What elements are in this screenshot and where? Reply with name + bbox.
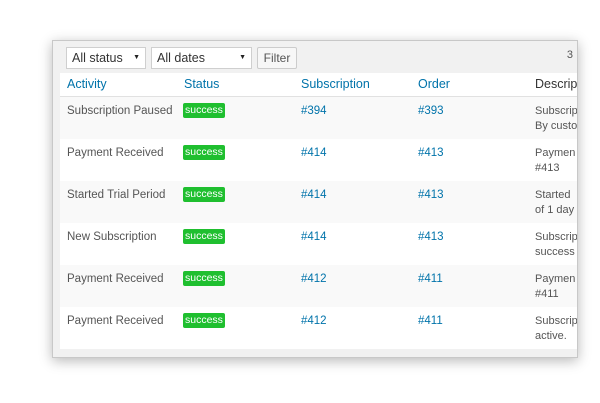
filter-toolbar: All status ▼ All dates ▼ Filter 3 (53, 41, 577, 73)
activity-cell: Subscription Paused (67, 105, 173, 117)
status-badge: success (183, 145, 225, 160)
subscription-link[interactable]: #414 (301, 147, 327, 159)
description-line: active. (535, 330, 567, 342)
description-line: Started (535, 189, 571, 201)
status-badge: success (183, 229, 225, 244)
status-badge: success (183, 271, 225, 286)
status-filter-value: All status (72, 51, 123, 65)
table-row: Payment Received success #412 #411 Subscrip a… (60, 307, 578, 349)
status-badge: success (183, 187, 225, 202)
status-badge: success (183, 313, 225, 328)
order-link[interactable]: #413 (418, 189, 444, 201)
subscription-link[interactable]: #412 (301, 315, 327, 327)
column-header-subscription[interactable]: Subscription (301, 77, 370, 91)
description-line: success (535, 246, 575, 258)
subscription-link[interactable]: #412 (301, 273, 327, 285)
subscription-link[interactable]: #414 (301, 231, 327, 243)
description-cell: Subscrip active. (535, 314, 578, 344)
subscription-log-panel: All status ▼ All dates ▼ Filter 3 Activi… (52, 40, 578, 358)
column-header-description: Descrip (535, 77, 578, 91)
description-line: #411 (535, 288, 559, 300)
description-cell: Paymen #411 (535, 272, 577, 302)
column-header-order[interactable]: Order (418, 77, 450, 91)
table-header: Activity Status Subscription Order Descr… (60, 73, 578, 97)
description-line: Paymen (535, 273, 576, 285)
status-filter-select[interactable]: All status ▼ (66, 47, 146, 69)
column-header-activity[interactable]: Activity (67, 77, 107, 91)
description-line: Subscrip (535, 315, 578, 327)
activity-cell: New Subscription (67, 231, 157, 243)
table-body: Subscription Paused success #394 #393 Subscr… (60, 97, 578, 349)
description-line: Subscrip (535, 105, 578, 117)
order-link[interactable]: #393 (418, 105, 444, 117)
table-row: New Subscription success #414 #413 Subscrip s… (60, 223, 578, 265)
activity-cell: Started Trial Period (67, 189, 166, 201)
table-row: Payment Received success #414 #413 Paymen #41… (60, 139, 577, 181)
subscription-link[interactable]: #394 (301, 105, 327, 117)
description-line: #413 (535, 162, 560, 174)
description-line: Subscrip (535, 231, 578, 243)
activity-cell: Payment Received (67, 315, 164, 327)
activity-cell: Payment Received (67, 147, 164, 159)
activity-table: Activity Status Subscription Order Descr… (60, 73, 578, 349)
filter-button[interactable]: Filter (257, 47, 297, 69)
subscription-link[interactable]: #414 (301, 189, 327, 201)
date-filter-select[interactable]: All dates ▼ (151, 47, 252, 69)
chevron-down-icon: ▼ (239, 54, 246, 61)
description-cell: Started of 1 day (535, 188, 577, 218)
column-header-status[interactable]: Status (184, 77, 219, 91)
table-row: Payment Received success #412 #411 Paymen #41… (60, 265, 577, 307)
order-link[interactable]: #411 (418, 273, 443, 285)
description-cell: Paymen #413 (535, 146, 577, 176)
order-link[interactable]: #413 (418, 231, 444, 243)
order-link[interactable]: #413 (418, 147, 444, 159)
activity-cell: Payment Received (67, 273, 164, 285)
description-cell: Subscrip By custo (535, 104, 578, 134)
table-row: Subscription Paused success #394 #393 Subscr… (60, 97, 578, 139)
description-line: of 1 day (535, 204, 575, 216)
order-link[interactable]: #411 (418, 315, 443, 327)
description-line: By custo (535, 120, 578, 132)
status-badge: success (183, 103, 225, 118)
date-filter-value: All dates (157, 51, 205, 65)
description-cell: Subscrip success (535, 230, 578, 260)
item-count: 3 (566, 49, 573, 61)
table-row: Started Trial Period success #414 #413 Start… (60, 181, 577, 223)
description-line: Paymen (535, 147, 576, 159)
chevron-down-icon: ▼ (133, 54, 140, 61)
